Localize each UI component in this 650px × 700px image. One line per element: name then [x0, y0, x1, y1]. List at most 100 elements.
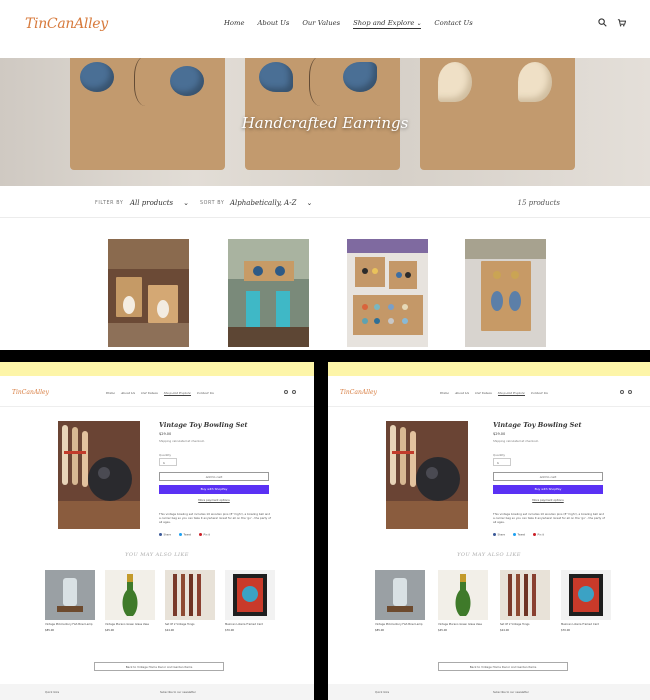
nav-contact-us[interactable]: Contact Us	[434, 19, 472, 29]
search-icon[interactable]	[284, 390, 288, 394]
nav-home[interactable]: Home	[440, 391, 449, 396]
quantity-input[interactable]: 1	[493, 458, 511, 466]
site-footer: Quick links Subscribe to our newsletter	[0, 684, 314, 700]
share-twitter-button[interactable]: Tweet	[513, 533, 525, 537]
product-card[interactable]	[228, 239, 309, 347]
related-product-image[interactable]	[225, 570, 275, 620]
related-product-name[interactable]: Mexican Loteria Framed Card	[225, 623, 277, 627]
facebook-icon	[159, 533, 162, 536]
nav-shop-and-explore[interactable]: Shop and Explore	[163, 391, 191, 396]
site-header: TinCanAlley Home About Us Our Values Sho…	[0, 0, 650, 58]
related-product-name[interactable]: Set Of 2 Vintage Tongs	[165, 623, 217, 627]
related-product-price: $70.00	[561, 629, 571, 632]
product-image	[228, 239, 309, 347]
buy-now-button[interactable]: Buy with ShopPay	[159, 485, 269, 494]
back-to-collection-button[interactable]: Back to Vintage Home Decor And Garden It…	[94, 662, 224, 671]
store-logo[interactable]: TinCanAlley	[340, 389, 377, 396]
sort-select[interactable]: Alphabetically, A-Z ⌄	[230, 199, 312, 207]
product-description: This vintage bowling set includes 10 woo…	[493, 512, 605, 524]
product-page-right: TinCanAlley Home About Us Our Values Sho…	[328, 362, 650, 700]
share-label: Tweet	[517, 533, 525, 537]
filter-label: Filter by	[95, 201, 124, 206]
hero-banner: Handcrafted Earrings	[0, 58, 650, 186]
nav-about-us[interactable]: About Us	[258, 19, 290, 29]
nav-contact-us[interactable]: Contact Us	[197, 391, 214, 396]
related-product-image[interactable]	[438, 570, 488, 620]
quantity-label: Quantity	[159, 453, 172, 457]
facebook-icon	[493, 533, 496, 536]
related-product-name[interactable]: Vintage Mid-Century Fish Bowl Lamp	[45, 623, 97, 627]
nav-our-values[interactable]: Our Values	[141, 391, 158, 396]
header-icons	[598, 18, 626, 27]
buy-now-button[interactable]: Buy with ShopPay	[493, 485, 603, 494]
more-payment-options-link[interactable]: More payment options	[159, 498, 269, 502]
filter-select[interactable]: All products ⌄	[130, 199, 189, 207]
shipping-note: Shipping calculated at checkout.	[493, 439, 539, 443]
filter-value: All products	[130, 199, 174, 207]
nav-contact-us[interactable]: Contact Us	[531, 391, 548, 396]
related-product-price: $45.00	[438, 629, 448, 632]
related-product-price: $85.00	[375, 629, 385, 632]
share-pinterest-button[interactable]: Pin it	[532, 533, 544, 537]
related-product-image[interactable]	[105, 570, 155, 620]
share-twitter-button[interactable]: Tweet	[179, 533, 191, 537]
header-icons	[620, 390, 632, 394]
related-product-image[interactable]	[45, 570, 95, 620]
product-description: This vintage bowling set includes 10 woo…	[159, 512, 271, 524]
store-logo[interactable]: TinCanAlley	[25, 16, 108, 32]
footer-heading: Subscribe to our newsletter	[493, 691, 529, 694]
shipping-note: Shipping calculated at checkout.	[159, 439, 205, 443]
add-to-cart-button[interactable]: Add to cart	[493, 472, 603, 481]
related-product-name[interactable]: Vintage Mid-Century Fish Bowl Lamp	[375, 623, 427, 627]
related-product-price: $45.00	[105, 629, 115, 632]
share-label: Pin it	[203, 533, 210, 537]
nav-home[interactable]: Home	[224, 19, 245, 29]
nav-about-us[interactable]: About Us	[455, 391, 469, 396]
product-card[interactable]	[465, 239, 546, 347]
more-payment-options-link[interactable]: More payment options	[493, 498, 603, 502]
share-pinterest-button[interactable]: Pin it	[198, 533, 210, 537]
cart-icon[interactable]	[628, 390, 632, 394]
back-to-collection-button[interactable]: Back to Vintage Home Decor And Garden It…	[438, 662, 568, 671]
related-product-price: $85.00	[45, 629, 55, 632]
pinterest-icon	[198, 533, 202, 536]
related-product-name[interactable]: Set Of 2 Vintage Tongs	[500, 623, 552, 627]
nav-about-us[interactable]: About Us	[121, 391, 135, 396]
chevron-down-icon: ⌄	[416, 20, 422, 27]
footer-heading: Quick links	[375, 691, 390, 694]
related-product-image[interactable]	[375, 570, 425, 620]
quantity-input[interactable]: 1	[159, 458, 177, 466]
store-logo[interactable]: TinCanAlley	[12, 389, 49, 396]
search-icon[interactable]	[620, 390, 624, 394]
product-page-left: TinCanAlley Home About Us Our Values Sho…	[0, 362, 314, 700]
related-product-price: $70.00	[225, 629, 235, 632]
product-main-image	[386, 421, 468, 529]
nav-our-values[interactable]: Our Values	[475, 391, 492, 396]
related-product-image[interactable]	[561, 570, 611, 620]
related-product-image[interactable]	[165, 570, 215, 620]
nav-shop-and-explore[interactable]: Shop and Explore ⌄	[353, 19, 422, 29]
related-product-image[interactable]	[500, 570, 550, 620]
cart-icon[interactable]	[617, 18, 626, 27]
main-nav: Home About Us Our Values Shop and Explor…	[224, 19, 473, 29]
nav-shop-and-explore[interactable]: Shop and Explore	[497, 391, 525, 396]
share-facebook-button[interactable]: Share	[159, 533, 171, 537]
product-card[interactable]	[347, 239, 428, 347]
related-product-name[interactable]: Vintage Murano Green Glass Vase	[438, 623, 490, 627]
footer-heading: Quick links	[45, 691, 60, 694]
related-product-name[interactable]: Vintage Murano Green Glass Vase	[105, 623, 157, 627]
announcement-bar	[328, 362, 650, 376]
related-product-name[interactable]: Mexican Loteria Framed Card	[561, 623, 613, 627]
product-image	[108, 239, 189, 347]
footer-heading: Subscribe to our newsletter	[160, 691, 196, 694]
product-card[interactable]	[108, 239, 189, 347]
share-buttons: Share Tweet Pin it	[493, 533, 544, 537]
add-to-cart-button[interactable]: Add to cart	[159, 472, 269, 481]
search-icon[interactable]	[598, 18, 607, 27]
share-facebook-button[interactable]: Share	[493, 533, 505, 537]
product-price: $29.00	[493, 432, 506, 436]
nav-our-values[interactable]: Our Values	[302, 19, 340, 29]
nav-home[interactable]: Home	[106, 391, 115, 396]
share-label: Pin it	[537, 533, 544, 537]
cart-icon[interactable]	[292, 390, 296, 394]
